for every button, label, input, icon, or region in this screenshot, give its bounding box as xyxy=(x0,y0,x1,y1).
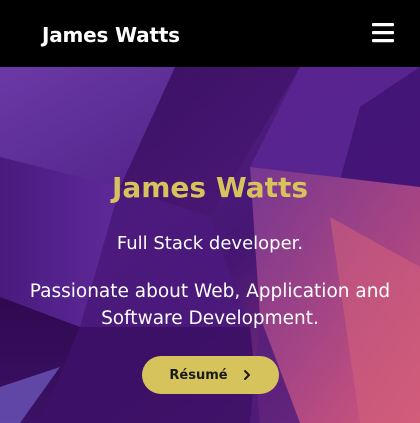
chevron-right-icon xyxy=(242,369,252,381)
hero-name-heading: James Watts xyxy=(111,171,309,204)
hero-content: James Watts Full Stack developer. Passio… xyxy=(0,67,420,423)
resume-button-label: Résumé xyxy=(169,367,228,383)
hero-section: James Watts Full Stack developer. Passio… xyxy=(0,67,420,423)
navbar-brand[interactable]: James Watts xyxy=(42,22,180,48)
hamburger-menu-icon[interactable] xyxy=(363,18,403,50)
hero-tagline-text: Passionate about Web, Application and So… xyxy=(29,281,391,329)
resume-button[interactable]: Résumé xyxy=(142,356,279,394)
page: James Watts James Watts Full Stack devel… xyxy=(0,0,420,423)
top-navbar: James Watts xyxy=(0,0,420,67)
hero-role-text: Full Stack developer. xyxy=(116,233,304,254)
